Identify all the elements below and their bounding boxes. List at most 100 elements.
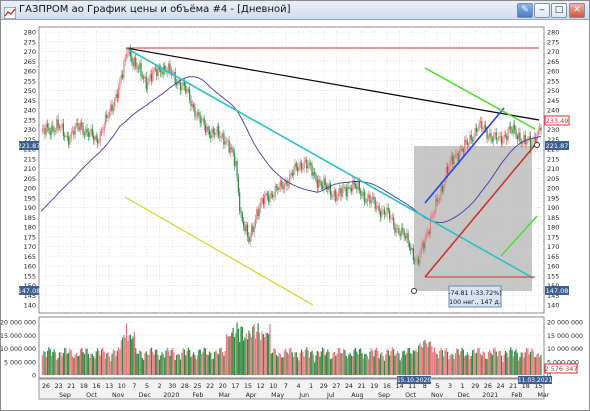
candle-body [256, 209, 258, 220]
volume-bar [346, 358, 349, 375]
volume-bar [477, 347, 479, 375]
volume-bar [329, 359, 332, 375]
candle-body [379, 211, 382, 218]
volume-bar [377, 350, 379, 375]
candle-body [394, 225, 396, 233]
volume-bar [41, 355, 43, 375]
volume-bar [316, 350, 318, 375]
candle-body [389, 210, 391, 219]
candle-body [187, 89, 189, 91]
volume-bar [108, 356, 111, 375]
volume-bar [358, 349, 361, 375]
candle-body [435, 198, 437, 213]
volume-bar [478, 348, 480, 375]
chart-area[interactable]: -74.81 (-33.72%) 100 нег., 147 д. 280 280… [1, 20, 589, 410]
volume-bar [254, 338, 257, 375]
volume-bar [507, 357, 509, 375]
candle-body [52, 125, 54, 131]
candle-body [275, 186, 278, 188]
candle-body [193, 104, 195, 108]
candle-body [490, 133, 492, 139]
volume-bar [360, 348, 362, 375]
volume-bar [243, 340, 245, 375]
volume-bar [146, 354, 149, 375]
day-label: 21 [67, 383, 75, 390]
price-tick-right: 165 [547, 253, 559, 261]
candle-body [96, 139, 99, 144]
day-label: 1 [309, 383, 313, 390]
trendline-handle[interactable] [534, 142, 540, 148]
volume-bar [496, 356, 499, 375]
volume-bar [365, 353, 367, 375]
volume-bar [220, 347, 222, 375]
volume-bar [458, 354, 461, 375]
candle-body [346, 187, 349, 197]
maximize-icon[interactable]: □ [551, 3, 567, 18]
candle-body [482, 128, 484, 130]
volume-tick-right: 15 000 000 [547, 333, 583, 340]
window-title: ГАЗПРОМ ao График цены и объёма #4 - [Дн… [19, 4, 291, 15]
candle-body [86, 128, 88, 133]
volume-bar [283, 350, 286, 375]
candle-body [460, 149, 462, 151]
volume-bar [64, 347, 66, 375]
candle-body [91, 128, 93, 136]
candle-body [62, 123, 64, 136]
volume-bar [93, 356, 95, 375]
candle-body [519, 132, 521, 142]
candle-body [271, 194, 274, 198]
candle-body [511, 129, 513, 134]
candle-body [70, 131, 72, 138]
volume-bar [189, 350, 191, 375]
candle-body [160, 69, 162, 73]
volume-bar [402, 351, 404, 375]
candle-body [320, 182, 322, 186]
volume-bar [533, 357, 536, 375]
volume-bar [96, 348, 99, 375]
volume-bar [153, 354, 155, 375]
candle-body [432, 213, 434, 217]
volume-bar [464, 356, 466, 375]
candle-body [95, 136, 97, 140]
volume-bar [403, 350, 405, 375]
candle-body [474, 128, 476, 137]
volume-bar [123, 334, 125, 375]
volume-bar [185, 355, 187, 375]
volume-bar [315, 355, 317, 375]
volume-bar [129, 334, 132, 375]
volume-bar [364, 353, 366, 375]
volume-bar [433, 347, 436, 375]
volume-bar [181, 352, 183, 375]
left-bottom-marker-label: 147.08 [18, 287, 41, 295]
candle-body [479, 121, 482, 124]
candle-body [465, 139, 467, 142]
day-label: 16 [383, 383, 391, 390]
candle-body [246, 224, 249, 237]
pin-icon[interactable]: ✎ [517, 3, 533, 18]
candle-body [329, 183, 332, 195]
candle-body [127, 54, 129, 56]
candle-body [294, 163, 296, 172]
candle-body [115, 93, 117, 100]
selection-handle[interactable] [411, 288, 417, 294]
close-icon[interactable]: ✕ [569, 3, 585, 18]
volume-bar [131, 339, 133, 375]
candle-body [287, 184, 289, 186]
candle-body [344, 187, 346, 188]
volume-bar [281, 357, 283, 375]
volume-bar [460, 351, 462, 375]
candle-body [524, 135, 526, 145]
minimize-icon[interactable]: ‒ [534, 3, 550, 18]
title-bar[interactable]: ГАЗПРОМ ao График цены и объёма #4 - [Дн… [1, 1, 589, 20]
candle-body [174, 72, 176, 84]
volume-bar [127, 340, 129, 375]
volume-bar [260, 339, 262, 375]
volume-bar [229, 335, 232, 375]
candle-body [124, 57, 126, 63]
candle-body [90, 128, 92, 133]
volume-bar [148, 354, 150, 375]
volume-bar [423, 341, 425, 375]
volume-bar [491, 354, 493, 375]
candle-body [279, 180, 282, 188]
candle-body [173, 72, 175, 74]
